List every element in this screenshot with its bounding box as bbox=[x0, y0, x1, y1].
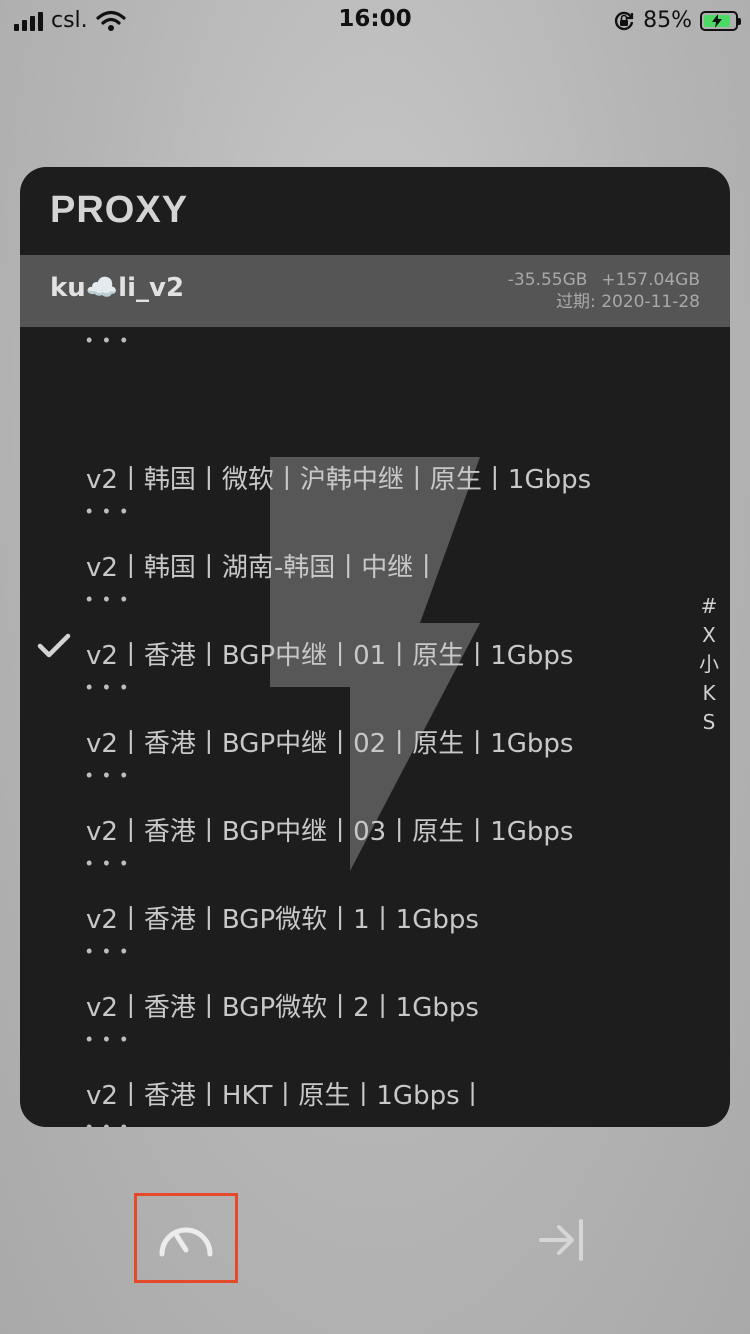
proxy-item[interactable]: v2丨香港丨HKT丨原生丨1Gbps丨 • • • bbox=[20, 1031, 730, 1127]
proxy-item[interactable]: v2丨香港丨BGP中继丨02丨原生丨1Gbps • • • bbox=[20, 679, 730, 784]
speedometer-icon bbox=[159, 1227, 213, 1257]
proxy-item[interactable]: v2丨香港丨BGP微软丨2丨1Gbps • • • bbox=[20, 943, 730, 1048]
upload-usage: -35.55GB bbox=[507, 270, 588, 290]
list-dots: • • • bbox=[86, 330, 130, 350]
battery-percent: 85% bbox=[643, 8, 692, 33]
exit-button[interactable] bbox=[530, 1210, 594, 1270]
index-letter[interactable]: K bbox=[696, 679, 722, 708]
subscription-name: ku☁️li_v2 bbox=[50, 273, 185, 303]
proxy-item[interactable]: v2丨香港丨BGP微软丨1丨1Gbps • • • bbox=[20, 855, 730, 960]
proxy-name: v2丨香港丨HKT丨原生丨1Gbps丨 bbox=[86, 1081, 486, 1111]
proxy-name: v2丨香港丨BGP微软丨2丨1Gbps bbox=[86, 993, 479, 1023]
proxy-item[interactable]: v2丨韩国丨湖南-韩国丨中继丨 • • • bbox=[20, 503, 730, 608]
proxy-item-selected[interactable]: v2丨香港丨BGP中继丨01丨原生丨1Gbps • • • bbox=[20, 591, 730, 696]
index-letter[interactable]: # bbox=[696, 592, 722, 621]
subscription-usage: -35.55GB +157.04GB 过期: 2020-11-28 bbox=[508, 269, 700, 313]
arrow-to-right-icon bbox=[539, 1219, 583, 1261]
proxy-dots: • • • bbox=[86, 1117, 130, 1127]
speed-test-button[interactable] bbox=[134, 1193, 238, 1283]
download-usage: +157.04GB bbox=[601, 270, 700, 290]
section-index-bar[interactable]: # X 小 K S bbox=[696, 592, 722, 737]
proxy-item[interactable]: v2丨香港丨BGP中继丨03丨原生丨1Gbps • • • bbox=[20, 767, 730, 872]
proxy-name: v2丨韩国丨湖南-韩国丨中继丨 bbox=[86, 553, 440, 583]
proxy-name: v2丨香港丨BGP微软丨1丨1Gbps bbox=[86, 905, 479, 935]
orientation-lock-icon bbox=[614, 11, 634, 30]
status-bar: csl. 16:00 85% bbox=[0, 0, 750, 40]
proxy-name: v2丨香港丨BGP中继丨02丨原生丨1Gbps bbox=[86, 729, 574, 759]
index-letter[interactable]: 小 bbox=[696, 650, 722, 679]
index-letter[interactable]: S bbox=[696, 708, 722, 737]
expiry-date: 过期: 2020-11-28 bbox=[556, 292, 700, 312]
status-right: 85% bbox=[613, 8, 741, 33]
proxy-name: v2丨韩国丨微软丨沪韩中继丨原生丨1Gbps bbox=[86, 465, 592, 495]
proxy-name: v2丨香港丨BGP中继丨01丨原生丨1Gbps bbox=[86, 641, 574, 671]
proxy-name: v2丨香港丨BGP中继丨03丨原生丨1Gbps bbox=[86, 817, 574, 847]
index-letter[interactable]: X bbox=[696, 621, 722, 650]
checkmark-icon bbox=[37, 633, 71, 658]
proxy-card: PROXY ku☁️li_v2 -35.55GB +157.04GB 过期: 20… bbox=[20, 167, 730, 1127]
subscription-header[interactable]: ku☁️li_v2 -35.55GB +157.04GB 过期: 2020-11-… bbox=[20, 255, 730, 327]
proxy-item[interactable]: v2丨韩国丨微软丨沪韩中继丨原生丨1Gbps • • • bbox=[20, 415, 730, 520]
card-title: PROXY bbox=[50, 189, 189, 231]
battery-charging-icon bbox=[700, 10, 741, 31]
